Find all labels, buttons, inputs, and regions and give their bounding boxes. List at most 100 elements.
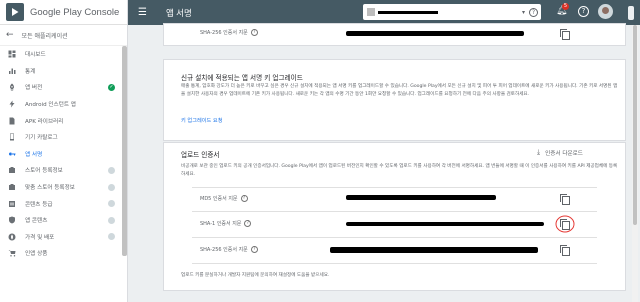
key-icon (8, 150, 16, 158)
sidebar-item-apk[interactable]: APK 라이브러리 (0, 112, 127, 129)
rating-icon (8, 200, 16, 208)
main-content: SHA-256 인증서 지문 ? 신규 설치에 적용되는 앱 서명 키 업그레이… (128, 23, 640, 302)
help-icon[interactable]: ? (244, 220, 252, 227)
sidebar-item-globe[interactable]: 가격 및 배포 (0, 229, 127, 246)
rocket-icon (8, 83, 16, 91)
brand-title: Google Play Console (30, 6, 120, 18)
redacted-sha256-value (346, 31, 524, 36)
globe-icon (8, 233, 16, 241)
sha256-row-label: SHA-256 인증서 지문 ? (200, 29, 258, 36)
upload-key-footer-text: 업로드 키를 분실하거나 개발자 지원팀에 문의하여 재설정에 도움을 받으세요… (181, 273, 330, 278)
divider (192, 187, 597, 188)
sidebar-item-label: Android 인스턴트 앱 (25, 102, 76, 109)
divider (192, 237, 597, 238)
sidebar-item-label: APK 라이브러리 (25, 118, 64, 125)
sidebar-item-dashboard[interactable]: 대시보드 (0, 46, 127, 63)
key-upgrade-description: 매출 통계, 암호화 강도가 더 높은 키로 바꾸고 싶은 경우 신규 설치에 … (181, 84, 618, 97)
request-key-upgrade-link[interactable]: 키 업그레이드 요청 (181, 117, 222, 124)
sidebar-item-label: 앱 버전 (25, 85, 43, 92)
sidebar-item-cart[interactable]: 인앱 상품 (0, 245, 127, 262)
upload-certificate-description: 비공개로 보관 중인 업로드 키의 공개 인증서입니다. Google Play… (181, 164, 618, 177)
notification-count-badge: 5 (562, 3, 569, 10)
app-selector[interactable]: ▾ ? (363, 4, 541, 20)
page-scrollbar[interactable] (632, 25, 638, 302)
divider (192, 211, 597, 212)
sidebar-item-device[interactable]: 기기 카탈로그 (0, 129, 127, 146)
sidebar-item-store-listing[interactable]: 스토어 등록정보 (0, 162, 127, 179)
top-app-bar: ☰ 앱 서명 ▾ ? 🔔︎ 5 ? (128, 0, 640, 25)
shield-icon (8, 216, 16, 224)
sidebar: Google Play Console ← 모든 애플리케이션 대시보드통계앱 … (0, 0, 128, 302)
page-title: 앱 서명 (166, 7, 192, 18)
app-signing-cert-card: SHA-256 인증서 지문 ? (163, 23, 626, 46)
custom-store-icon (8, 183, 16, 191)
dashboard-icon (8, 50, 16, 58)
upload-certificate-title: 업로드 인증서 (181, 151, 220, 159)
app-thumbnail-icon (367, 8, 375, 16)
key-upgrade-card: 신규 설치에 적용되는 앱 서명 키 업그레이드 매출 통계, 암호화 강도가 … (163, 59, 626, 141)
cart-icon (8, 249, 16, 257)
sidebar-item-label: 콘텐츠 등급 (25, 201, 53, 208)
avatar[interactable] (598, 4, 613, 19)
chevron-down-icon: ▾ (521, 8, 525, 16)
md5-row-label: MD5 인증서 지문 ? (200, 195, 248, 202)
key-upgrade-title: 신규 설치에 적용되는 앱 서명 키 업그레이드 (181, 74, 303, 82)
sidebar-item-label: 통계 (25, 68, 36, 75)
back-arrow-icon: ← (6, 30, 14, 40)
sidebar-scrollbar[interactable] (122, 46, 127, 256)
copy-icon[interactable] (560, 245, 570, 256)
sidebar-item-label: 앱 서명 (25, 151, 43, 158)
download-icon: ⤓ (537, 148, 541, 156)
play-console-logo-icon (6, 3, 24, 21)
upload-certificate-card: 업로드 인증서 ⤓ 인증서 다운로드 비공개로 보관 중인 업로드 키의 공개 … (163, 142, 626, 291)
redacted-md5-value (346, 195, 496, 200)
stats-icon (8, 67, 16, 75)
help-icon[interactable]: ? (250, 29, 258, 36)
brand-header[interactable]: Google Play Console (0, 0, 127, 25)
back-label: 모든 애플리케이션 (21, 32, 68, 40)
download-certificate-label: 인증서 다운로드 (545, 150, 583, 157)
sidebar-item-stats[interactable]: 통계 (0, 63, 127, 80)
sidebar-item-instant-app[interactable]: Android 인스턴트 앱 (0, 96, 127, 113)
sidebar-item-label: 맞춤 스토어 등록정보 (25, 185, 75, 192)
md5-label-text: MD5 인증서 지문 (200, 196, 238, 202)
instant-app-icon (8, 100, 16, 108)
check-circle-icon: ✓ (108, 83, 115, 91)
help-icon[interactable]: ? (250, 246, 258, 253)
sidebar-item-label: 스토어 등록정보 (25, 168, 63, 175)
redacted-sha1-value (346, 222, 544, 226)
back-to-all-apps[interactable]: ← 모든 애플리케이션 (0, 25, 127, 46)
menu-icon[interactable]: ☰ (138, 7, 150, 18)
pending-circle-icon (108, 200, 115, 208)
sha1-label-text: SHA-1 인증서 지문 (200, 221, 242, 227)
sidebar-item-rating[interactable]: 콘텐츠 등급 (0, 195, 127, 212)
pending-circle-icon (108, 166, 115, 174)
sidebar-nav: 대시보드통계앱 버전 ✓ Android 인스턴트 앱 APK 라이브러리기기 카탈로… (0, 46, 127, 262)
sidebar-item-label: 가격 및 배포 (25, 234, 55, 241)
divider (192, 263, 597, 264)
sha256-label-text: SHA-256 인증서 지문 (200, 30, 248, 36)
page-scroll-thumb[interactable] (633, 25, 637, 225)
sidebar-item-shield[interactable]: 앱 콘텐츠 (0, 212, 127, 229)
help-icon[interactable]: ? (529, 7, 538, 17)
topbar-scroll-stub (628, 6, 634, 20)
sha1-row-label: SHA-1 인증서 지문 ? (200, 220, 252, 227)
redacted-sha256-upload-value (330, 247, 538, 253)
pending-circle-icon (108, 216, 115, 224)
red-annotation-circle (555, 215, 575, 233)
sidebar-item-rocket[interactable]: 앱 버전 ✓ (0, 79, 127, 96)
help-icon[interactable]: ? (240, 195, 248, 202)
redacted-app-name (378, 10, 438, 14)
help-center-icon[interactable]: ? (578, 6, 589, 17)
copy-icon[interactable] (560, 194, 570, 205)
sidebar-item-key[interactable]: 앱 서명 (0, 146, 127, 163)
sha256-upload-row-label: SHA-256 인증서 지문 ? (200, 246, 258, 253)
copy-icon[interactable] (560, 29, 570, 40)
sidebar-item-label: 앱 콘텐츠 (25, 218, 48, 225)
download-certificate-button[interactable]: ⤓ 인증서 다운로드 (537, 148, 583, 157)
pending-circle-icon (108, 183, 115, 191)
device-icon (8, 133, 16, 141)
sidebar-item-label: 기기 카탈로그 (25, 135, 58, 142)
sidebar-item-label: 인앱 상품 (25, 251, 48, 258)
sidebar-item-custom-store[interactable]: 맞춤 스토어 등록정보 (0, 179, 127, 196)
